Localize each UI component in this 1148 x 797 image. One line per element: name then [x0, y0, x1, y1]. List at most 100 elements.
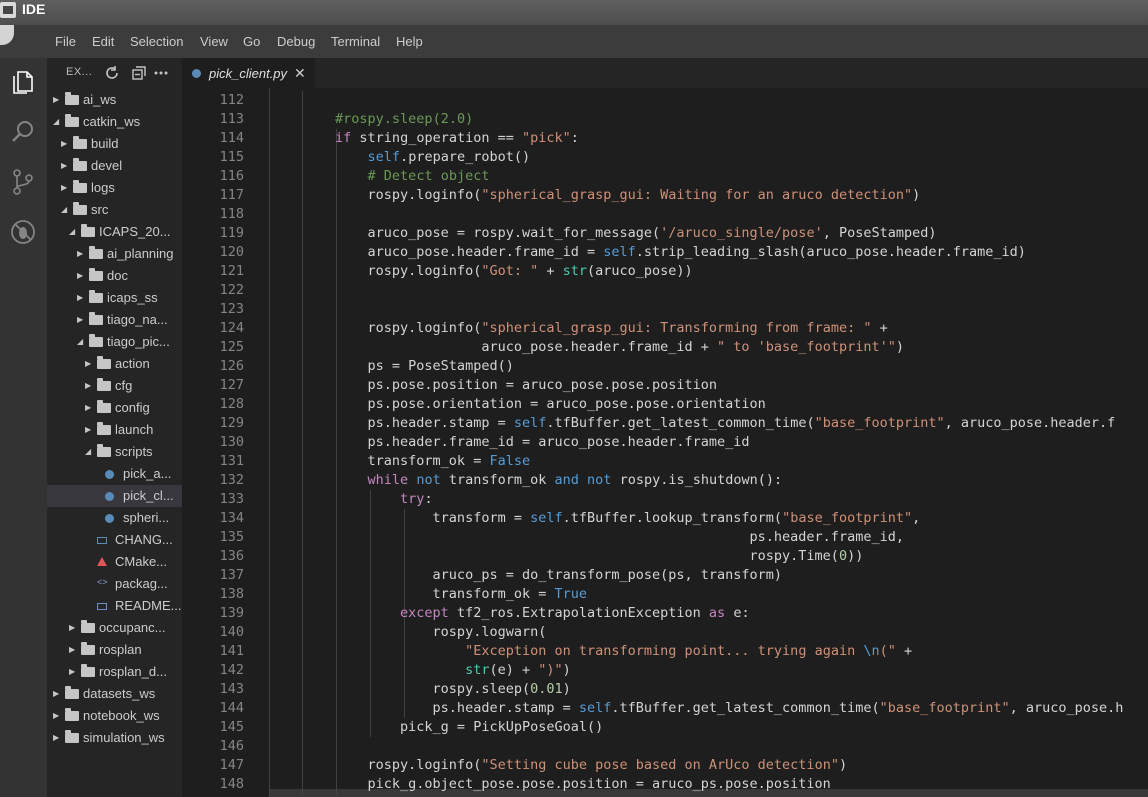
tree-item[interactable]: ◢ catkin_ws — [47, 111, 182, 133]
chevron-right-icon[interactable]: ▶ — [85, 419, 93, 441]
code-line: 117 rospy.loginfo("spherical_grasp_gui: … — [182, 186, 1148, 205]
code-line: 118 — [182, 205, 1148, 224]
line-number: 138 — [219, 586, 244, 602]
tree-item[interactable]: ▶ ai_planning — [47, 243, 182, 265]
chevron-right-icon[interactable]: ▶ — [61, 177, 69, 199]
search-icon[interactable] — [9, 118, 37, 146]
xml-file-icon: <> — [97, 577, 108, 587]
chevron-right-icon[interactable]: ▶ — [69, 617, 77, 639]
menu-debug[interactable]: Debug — [277, 34, 315, 49]
chevron-right-icon[interactable]: ▶ — [53, 705, 61, 727]
code-text: "Exception on transforming point... tryi… — [465, 643, 913, 659]
line-number: 117 — [219, 187, 244, 203]
tree-item[interactable]: pick_cl... — [47, 485, 182, 507]
code-line: 113 #rospy.sleep(2.0) — [182, 110, 1148, 129]
more-actions-icon[interactable] — [153, 65, 169, 81]
tree-item[interactable]: CHANG... — [47, 529, 182, 551]
line-number: 120 — [219, 244, 244, 260]
chevron-right-icon[interactable]: ▶ — [61, 155, 69, 177]
debug-icon[interactable] — [9, 218, 37, 246]
tree-item[interactable]: ▶ rosplan_d... — [47, 661, 182, 683]
tree-item[interactable]: spheri... — [47, 507, 182, 529]
close-icon[interactable]: ✕ — [294, 65, 306, 82]
menu-help[interactable]: Help — [396, 34, 423, 49]
chevron-right-icon[interactable]: ▶ — [69, 661, 77, 683]
menu-selection[interactable]: Selection — [130, 34, 183, 49]
tree-item-label: launch — [115, 422, 154, 437]
tree-item[interactable]: ◢ ICAPS_20... — [47, 221, 182, 243]
chevron-right-icon[interactable]: ▶ — [53, 727, 61, 749]
folder-icon — [81, 224, 95, 237]
folder-icon — [89, 312, 103, 325]
tree-item[interactable]: ◢ tiago_pic... — [47, 331, 182, 353]
folder-icon — [81, 620, 95, 633]
tree-item-label: config — [115, 400, 150, 415]
code-editor[interactable]: 112 113 #rospy.sleep(2.0) 114 if string_op… — [182, 88, 1148, 797]
tree-item[interactable]: README... — [47, 595, 182, 617]
tree-item[interactable]: pick_a... — [47, 463, 182, 485]
tree-item[interactable]: ▶ rosplan — [47, 639, 182, 661]
chevron-down-icon[interactable]: ◢ — [53, 111, 61, 133]
menu-terminal[interactable]: Terminal — [331, 34, 380, 49]
tree-item[interactable]: ▶ occupanc... — [47, 617, 182, 639]
chevron-right-icon[interactable]: ▶ — [53, 89, 61, 111]
menu-file[interactable]: File — [55, 34, 76, 49]
tree-item[interactable]: ▶ config — [47, 397, 182, 419]
chevron-right-icon[interactable]: ▶ — [77, 265, 85, 287]
chevron-right-icon[interactable]: ▶ — [77, 243, 85, 265]
tree-item[interactable]: ▶ simulation_ws — [47, 727, 182, 749]
tree-item[interactable]: <> packag... — [47, 573, 182, 595]
chevron-down-icon[interactable]: ◢ — [85, 441, 93, 463]
menu-go[interactable]: Go — [243, 34, 260, 49]
folder-icon — [73, 180, 87, 193]
refresh-icon[interactable] — [104, 65, 120, 81]
chevron-right-icon[interactable]: ▶ — [69, 639, 77, 661]
tree-item[interactable]: ▶ tiago_na... — [47, 309, 182, 331]
tree-item[interactable]: ▶ datasets_ws — [47, 683, 182, 705]
line-number: 147 — [219, 757, 244, 773]
chevron-right-icon[interactable]: ▶ — [85, 397, 93, 419]
files-icon[interactable] — [9, 68, 37, 96]
tree-item[interactable]: ▶ devel — [47, 155, 182, 177]
tree-item[interactable]: ▶ launch — [47, 419, 182, 441]
chevron-right-icon[interactable]: ▶ — [85, 353, 93, 375]
code-text: aruco_pose.header.frame_id = self.strip_… — [270, 244, 1026, 260]
tree-item[interactable]: ▶ action — [47, 353, 182, 375]
chevron-right-icon[interactable]: ▶ — [53, 683, 61, 705]
code-text: aruco_pose.header.frame_id + " to 'base_… — [270, 339, 904, 355]
tree-item[interactable]: ▶ build — [47, 133, 182, 155]
tree-item[interactable]: ▶ notebook_ws — [47, 705, 182, 727]
code-line: 136 rospy.Time(0)) — [182, 547, 1148, 566]
code-text: if string_operation == "pick": — [335, 130, 579, 146]
chevron-down-icon[interactable]: ◢ — [77, 331, 85, 353]
explorer-header: EX... — [47, 58, 182, 88]
tree-item[interactable]: ▶ doc — [47, 265, 182, 287]
chevron-right-icon[interactable]: ▶ — [77, 287, 85, 309]
tree-item[interactable]: ▶ icaps_ss — [47, 287, 182, 309]
menu-view[interactable]: View — [200, 34, 228, 49]
tree-item[interactable]: ◢ scripts — [47, 441, 182, 463]
source-control-icon[interactable] — [9, 168, 37, 196]
tree-item[interactable]: ▶ logs — [47, 177, 182, 199]
tree-item[interactable]: ▶ cfg — [47, 375, 182, 397]
code-text: pick_g.object_pose.pose.position = aruco… — [270, 776, 831, 792]
chevron-down-icon[interactable]: ◢ — [69, 221, 77, 243]
tree-item-label: pick_a... — [123, 466, 172, 481]
tree-item-label: ai_ws — [83, 92, 117, 107]
tree-item[interactable]: ▶ ai_ws — [47, 89, 182, 111]
chevron-right-icon[interactable]: ▶ — [77, 309, 85, 331]
chevron-down-icon[interactable]: ◢ — [61, 199, 69, 221]
code-line: 134 transform = self.tfBuffer.lookup_tra… — [182, 509, 1148, 528]
code-text: aruco_pose = rospy.wait_for_message('/ar… — [270, 225, 937, 241]
menu-edit[interactable]: Edit — [92, 34, 114, 49]
code-text: while not transform_ok and not rospy.is_… — [367, 472, 783, 488]
chevron-right-icon[interactable]: ▶ — [61, 133, 69, 155]
folder-icon — [65, 708, 79, 721]
collapse-all-icon[interactable] — [131, 65, 147, 81]
tree-item[interactable]: CMake... — [47, 551, 182, 573]
tab-pick-client[interactable]: pick_client.py ✕ — [182, 58, 315, 88]
code-line: 121 rospy.loginfo("Got: " + str(aruco_po… — [182, 262, 1148, 281]
chevron-right-icon[interactable]: ▶ — [85, 375, 93, 397]
folder-icon — [97, 422, 111, 435]
tree-item[interactable]: ◢ src — [47, 199, 182, 221]
